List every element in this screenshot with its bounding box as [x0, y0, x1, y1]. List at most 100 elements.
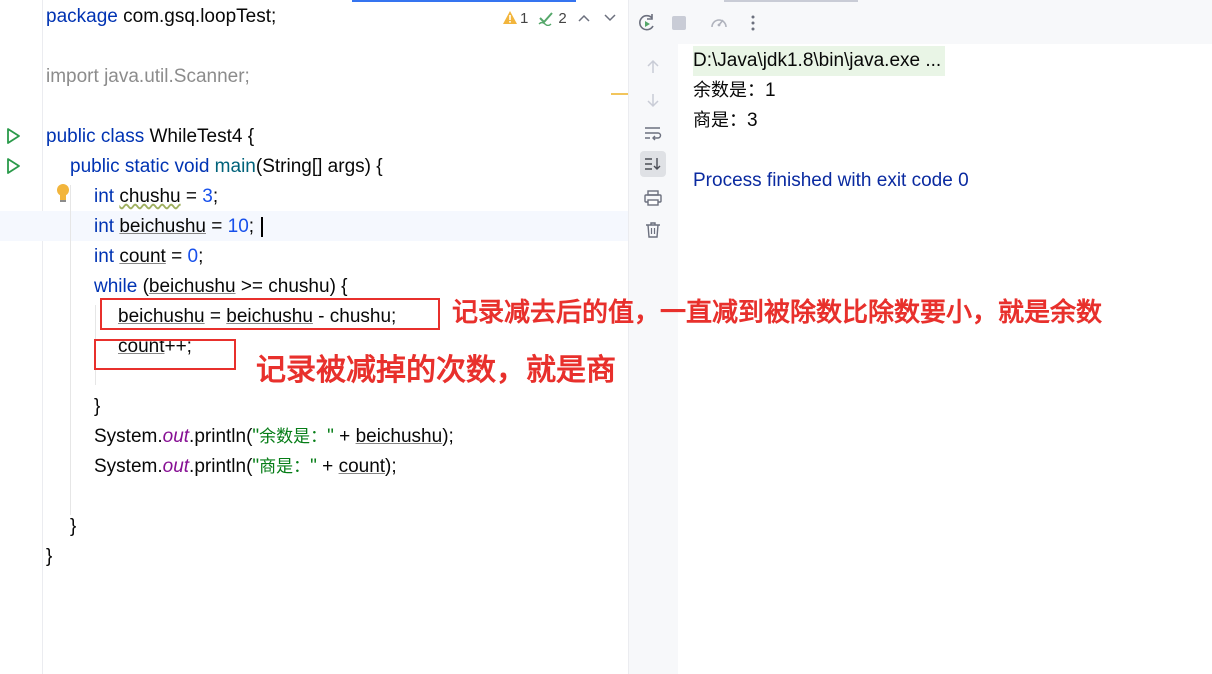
chevron-down-icon[interactable]: [603, 11, 619, 25]
println-quotient[interactable]: System.out.println("商是：" + count);: [94, 452, 397, 482]
text-caret: [261, 217, 263, 237]
variable-name: beichushu: [355, 426, 443, 447]
gutter-divider: [42, 0, 43, 674]
keyword: int: [94, 246, 115, 267]
chevron-up-icon[interactable]: [577, 11, 593, 25]
keyword: while: [94, 276, 138, 297]
brace: }: [94, 396, 101, 417]
condition: >= chushu) {: [235, 276, 348, 297]
rerun-icon[interactable]: [634, 10, 660, 36]
number-literal: 0: [187, 246, 199, 267]
call-end: );: [385, 456, 397, 477]
console-command: D:\Java\jdk1.8\bin\java.exe ...: [693, 46, 946, 76]
weak-warning-icon: [538, 12, 554, 26]
panel-divider: [628, 0, 629, 674]
variable-name: beichushu: [148, 276, 236, 297]
import-text: import java.util.Scanner;: [46, 66, 250, 87]
print-icon[interactable]: [640, 185, 666, 211]
inspection-widget[interactable]: 1 2: [502, 8, 628, 28]
package-line[interactable]: package com.gsq.loopTest;: [46, 2, 276, 32]
soft-wrap-icon[interactable]: [640, 120, 666, 146]
arrow-up-icon[interactable]: [640, 54, 666, 80]
class-ref: System.: [94, 426, 163, 447]
brace: }: [70, 516, 77, 537]
output-label: 余数是：: [693, 80, 765, 101]
code-editor[interactable]: 1 2 package com.gsq.loopTest; import jav…: [0, 0, 628, 674]
class-name: WhileTest4 {: [144, 126, 255, 147]
main-declaration[interactable]: public static void main(String[] args) {: [70, 152, 383, 182]
method-call: .println(: [189, 456, 253, 477]
indent-guide: [70, 185, 71, 515]
string-literal: 商是：: [259, 457, 311, 477]
console-output-remainder: 余数是：1: [693, 76, 776, 106]
close-brace[interactable]: }: [94, 392, 100, 422]
run-gutter-icon[interactable]: [4, 127, 22, 145]
operator: =: [180, 186, 203, 207]
semicolon: ;: [198, 246, 204, 267]
profiler-icon[interactable]: [706, 10, 732, 36]
run-gutter-icon[interactable]: [4, 157, 22, 175]
semicolon: ;: [248, 216, 255, 237]
output-value: 1: [765, 80, 776, 101]
string-literal: 余数是：: [259, 427, 328, 447]
bulb-icon[interactable]: [55, 183, 71, 203]
keyword: package: [46, 6, 118, 27]
keyword: public class: [46, 126, 145, 147]
method-call: .println(: [189, 426, 253, 447]
remainder-annotation: 记录减去后的值，一直减到被除数比除数要小，就是余数: [452, 298, 1103, 328]
field-ref: out: [162, 456, 190, 477]
variable-name: count: [338, 456, 386, 477]
number-literal: 10: [227, 216, 249, 237]
operator: +: [333, 426, 356, 447]
output-value: 3: [747, 110, 758, 131]
warning-count[interactable]: 1: [502, 10, 528, 27]
warning-icon: [503, 11, 517, 24]
field-ref: out: [162, 426, 190, 447]
weak-warning-count[interactable]: 2: [538, 9, 567, 27]
string-quote: ": [327, 426, 334, 447]
trash-icon[interactable]: [640, 217, 666, 243]
beichushu-declaration[interactable]: int beichushu = 10;: [94, 212, 254, 242]
stop-icon[interactable]: [666, 10, 692, 36]
import-line[interactable]: import java.util.Scanner;: [46, 62, 250, 92]
number-literal: 3: [202, 186, 213, 207]
more-icon[interactable]: [740, 10, 766, 36]
string-quote: ": [310, 456, 317, 477]
count-declaration[interactable]: int count = 0;: [94, 242, 203, 272]
run-toolbar: [628, 0, 1212, 44]
scroll-to-end-icon[interactable]: [640, 151, 666, 177]
variable-name: count: [119, 246, 166, 267]
brace: }: [46, 546, 53, 567]
chushu-declaration[interactable]: int chushu = 3;: [94, 182, 218, 212]
weak-warning-count-label: 2: [558, 9, 567, 27]
arrow-down-icon[interactable]: [640, 87, 666, 113]
keyword: public static void: [70, 156, 210, 177]
remainder-highlight-box: [100, 298, 440, 330]
console-output-quotient: 商是：3: [693, 106, 758, 136]
change-marker: [611, 93, 628, 95]
operator: +: [316, 456, 339, 477]
editor-tab-indicator: [352, 0, 576, 2]
println-remainder[interactable]: System.out.println("余数是：" + beichushu);: [94, 422, 454, 452]
package-name: com.gsq.loopTest;: [117, 6, 277, 27]
semicolon: ;: [212, 186, 219, 207]
keyword: int: [94, 186, 115, 207]
warning-count-label: 1: [520, 9, 529, 27]
quotient-highlight-box: [94, 339, 236, 370]
keyword: int: [94, 216, 115, 237]
method-params: (String[] args) {: [255, 156, 383, 177]
method-name: main: [209, 156, 256, 177]
variable-name: chushu: [119, 186, 181, 207]
variable-name: beichushu: [119, 216, 206, 237]
class-ref: System.: [94, 456, 163, 477]
output-label: 商是：: [693, 110, 747, 131]
class-declaration[interactable]: public class WhileTest4 {: [46, 122, 254, 152]
operator: =: [165, 246, 188, 267]
quotient-annotation: 记录被减掉的次数，就是商: [256, 353, 616, 388]
run-tool-window: D:\Java\jdk1.8\bin\java.exe ... 余数是：1 商是…: [628, 0, 1212, 674]
close-brace[interactable]: }: [46, 542, 52, 572]
call-end: );: [442, 426, 454, 447]
operator: =: [205, 216, 228, 237]
console-exit-message: Process finished with exit code 0: [693, 170, 969, 191]
close-brace[interactable]: }: [70, 512, 76, 542]
